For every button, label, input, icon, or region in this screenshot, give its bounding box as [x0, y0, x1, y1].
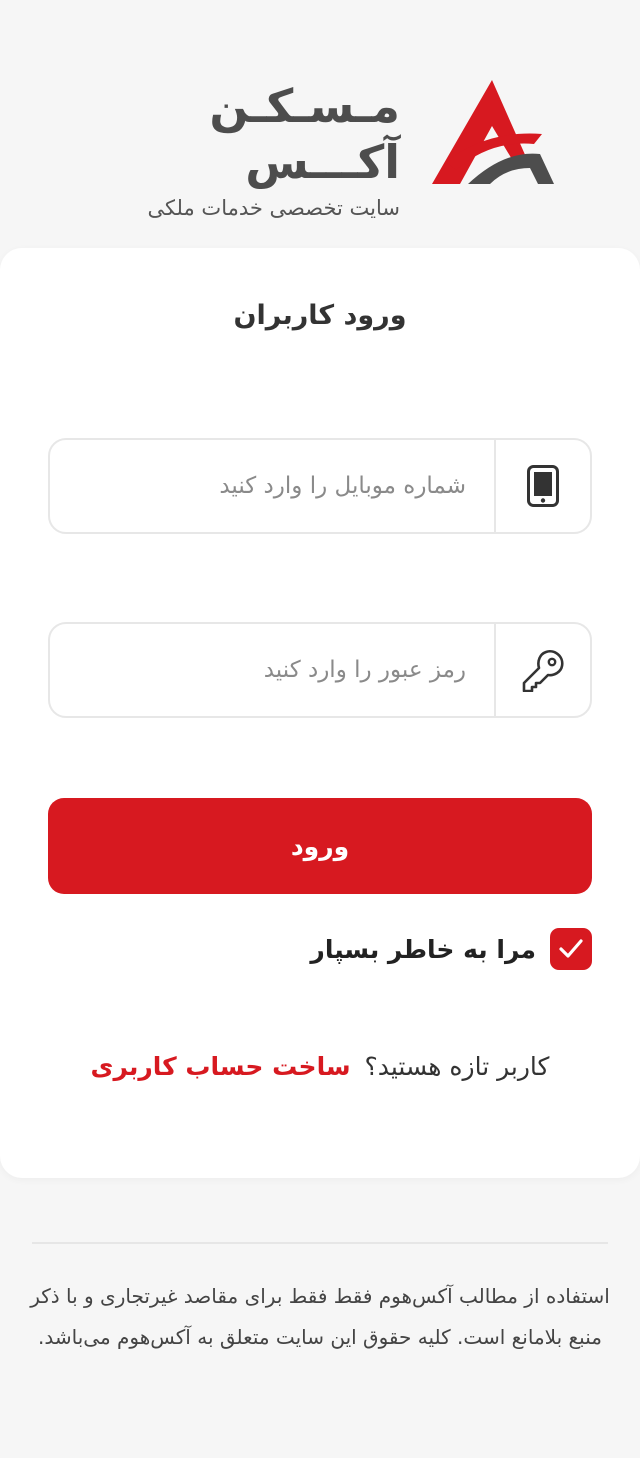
signup-row: کاربر تازه هستید؟ ساخت حساب کاربری	[0, 1052, 640, 1081]
footer-divider	[32, 1242, 608, 1244]
header: مـسـکـن آکـــس سایت تخصصی خدمات ملکی	[0, 0, 640, 248]
password-input[interactable]	[50, 624, 496, 716]
brand-text: مـسـکـن آکـــس سایت تخصصی خدمات ملکی	[70, 78, 400, 220]
brand-tagline: سایت تخصصی خدمات ملکی	[147, 196, 400, 220]
login-card: ورود کاربران ورود مرا به خاطر بسپار	[0, 248, 640, 1178]
mobile-field	[48, 438, 592, 534]
mobile-input[interactable]	[50, 440, 496, 532]
mobile-icon-box	[494, 440, 590, 532]
remember-me[interactable]: مرا به خاطر بسپار	[310, 928, 592, 970]
check-icon	[559, 939, 583, 958]
signup-prompt: کاربر تازه هستید؟	[364, 1052, 550, 1081]
password-field	[48, 622, 592, 718]
remember-label: مرا به خاطر بسپار	[310, 934, 536, 964]
password-icon-box	[494, 624, 590, 716]
signup-link[interactable]: ساخت حساب کاربری	[91, 1052, 351, 1081]
logo-swoosh-dark	[468, 153, 554, 184]
mobile-phone-icon	[527, 465, 559, 507]
brand-logo	[432, 80, 554, 184]
key-icon	[522, 650, 564, 692]
remember-checkbox[interactable]	[550, 928, 592, 970]
login-title: ورود کاربران	[233, 300, 407, 331]
brand-name: مـسـکـن آکـــس	[209, 79, 400, 189]
login-button[interactable]: ورود	[48, 798, 592, 894]
footer-text: استفاده از مطالب آکس‌هوم فقط فقط برای مق…	[30, 1284, 610, 1349]
